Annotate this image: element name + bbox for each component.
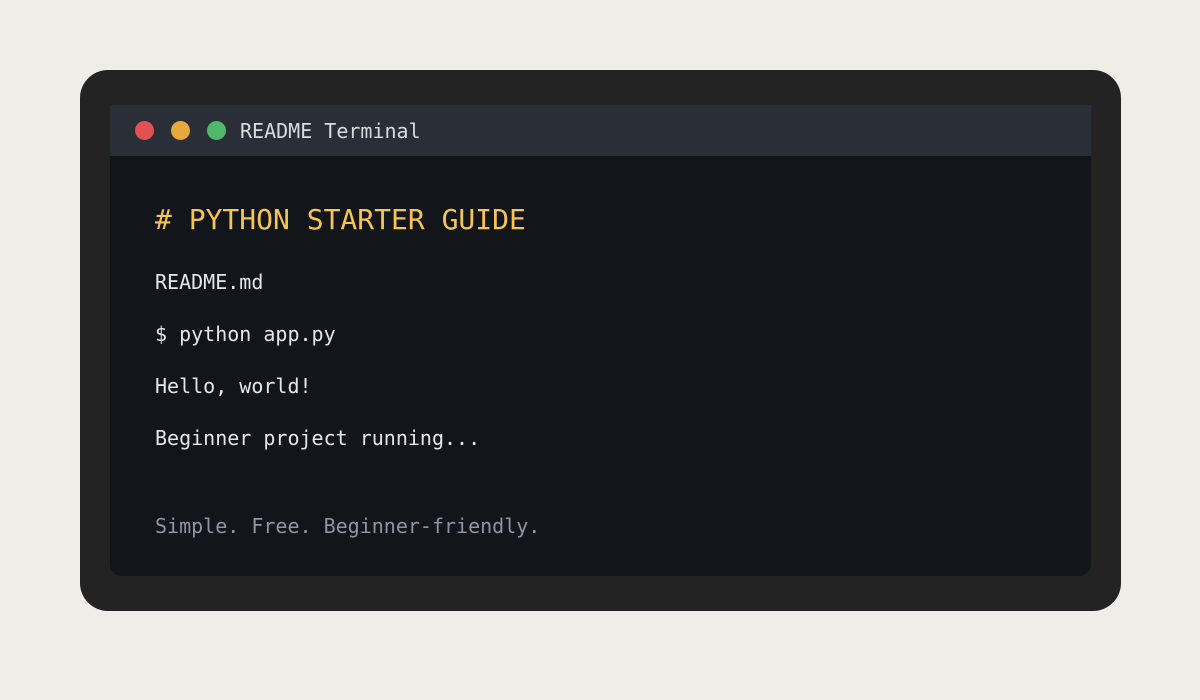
terminal-line-readme: README.md [155, 270, 264, 294]
close-dot-icon[interactable] [135, 121, 154, 140]
guide-heading: # PYTHON STARTER GUIDE [155, 203, 526, 236]
terminal-tagline: Simple. Free. Beginner-friendly. [155, 514, 541, 538]
terminal-line-status: Beginner project running... [155, 426, 481, 450]
terminal-window: README Terminal # PYTHON STARTER GUIDE R… [110, 105, 1091, 576]
terminal-content: # PYTHON STARTER GUIDE README.md $ pytho… [155, 105, 1055, 576]
terminal-line-command: $ python app.py [155, 322, 336, 346]
terminal-line-output: Hello, world! [155, 374, 312, 398]
device-bezel: README Terminal # PYTHON STARTER GUIDE R… [80, 70, 1121, 611]
